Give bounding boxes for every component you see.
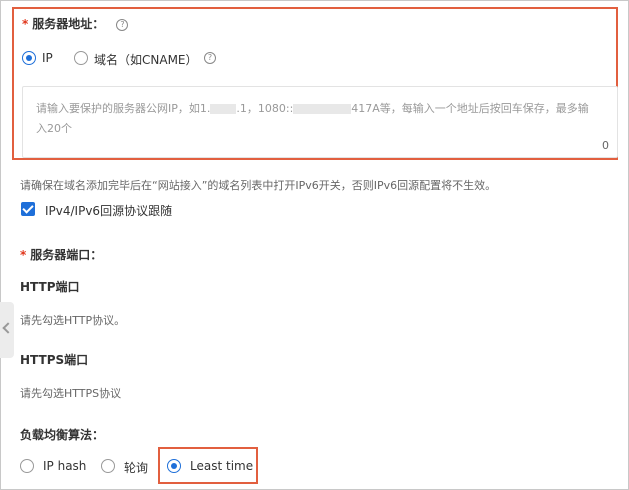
radio-ip-hash-label[interactable]: IP hash	[43, 459, 86, 473]
masked-ipv6	[293, 104, 352, 114]
help-circle-icon[interactable]: ?	[116, 18, 129, 31]
server-address-textarea[interactable]: 请输入要保护的服务器公网IP，如1. .1，1080:: 417A等，每输入一个地址…	[22, 86, 618, 158]
domain-help-icon[interactable]: ?	[204, 52, 216, 64]
server-port-label: 服务器端口：	[30, 248, 103, 262]
server-address-label-row: * 服务器地址： ?	[22, 15, 129, 32]
http-port-hint: 请先勾选HTTP协议。	[20, 314, 126, 327]
https-port-hint: 请先勾选HTTPS协议	[20, 387, 122, 400]
follow-protocol-label[interactable]: IPv4/IPv6回源协议跟随	[45, 202, 172, 219]
radio-domain-label[interactable]: 域名（如CNAME）	[94, 51, 198, 68]
radio-ip-hash[interactable]	[20, 459, 34, 473]
required-mark: *	[22, 17, 29, 31]
ipv6-hint: 请确保在域名添加完毕后在“网站接入”的域名列表中打开IPv6开关，否则IPv6回…	[20, 179, 497, 192]
http-port-title: HTTP端口	[20, 280, 80, 294]
radio-round-robin[interactable]	[101, 459, 115, 473]
server-address-label: 服务器地址：	[32, 17, 105, 31]
radio-ip[interactable]	[22, 51, 36, 65]
lb-algorithm-label: 负载均衡算法：	[20, 428, 105, 442]
radio-ip-label[interactable]: IP	[42, 51, 53, 65]
radio-least-time-label[interactable]: Least time	[190, 459, 253, 473]
follow-protocol-checkbox[interactable]	[21, 202, 35, 216]
server-port-label-row: * 服务器端口：	[20, 246, 102, 263]
required-mark: *	[20, 248, 27, 262]
char-counter: 0	[602, 139, 609, 152]
textarea-placeholder: 请输入要保护的服务器公网IP，如1. .1，1080:: 417A等，每输入一个地址…	[36, 102, 589, 135]
radio-round-robin-label[interactable]: 轮询	[124, 459, 148, 476]
radio-least-time[interactable]	[167, 459, 181, 473]
radio-domain[interactable]	[74, 51, 88, 65]
collapse-handle-chevron-left-icon[interactable]	[0, 302, 14, 358]
masked-ip	[210, 104, 237, 114]
https-port-title: HTTPS端口	[20, 353, 89, 367]
